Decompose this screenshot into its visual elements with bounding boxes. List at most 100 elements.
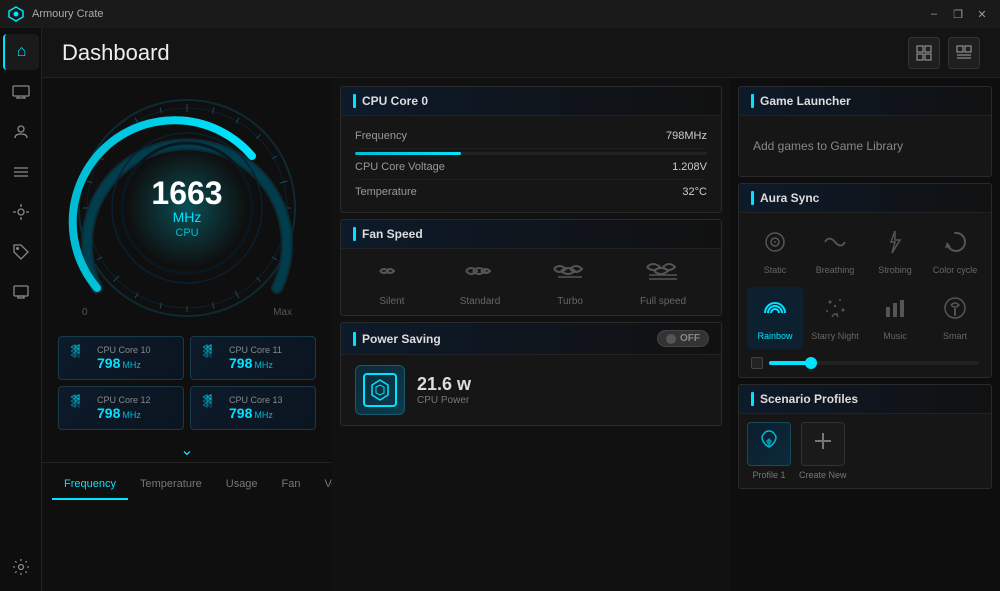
fan-speed-panel: Fan Speed Silent	[340, 219, 722, 316]
core-icon-11	[199, 343, 223, 373]
scenario-profiles-header: Scenario Profiles	[739, 385, 991, 414]
gauge-min: 0	[82, 307, 88, 318]
aura-mode-starry-night[interactable]: Starry Night	[807, 287, 863, 349]
fan-turbo-label: Turbo	[552, 296, 588, 307]
fan-turbo[interactable]: Turbo	[552, 257, 588, 307]
fan-full[interactable]: Full speed	[640, 257, 686, 307]
add-profile-icon	[811, 429, 835, 459]
sidebar-item-profile[interactable]	[3, 114, 39, 150]
aura-header-accent	[751, 191, 754, 205]
sidebar-item-home[interactable]: ⌂	[3, 34, 39, 70]
tab-temperature[interactable]: Temperature	[128, 470, 214, 500]
view-grid-button[interactable]	[908, 37, 940, 69]
core-grid: CPU Core 10 798 MHz	[42, 328, 332, 438]
gauge-label: CPU	[151, 227, 222, 239]
toggle-label: OFF	[680, 333, 700, 344]
fan-full-icon	[640, 257, 686, 292]
power-info: 21.6 w CPU Power	[417, 374, 471, 406]
body-panels: 1663 MHz CPU 0 Max	[42, 78, 1000, 591]
gauge-value: 1663	[151, 177, 222, 209]
profile-1-icon	[755, 427, 783, 461]
strobing-label: Strobing	[878, 265, 912, 275]
core-freq-10: 798	[97, 355, 120, 371]
sidebar-item-devices[interactable]	[3, 74, 39, 110]
tab-frequency[interactable]: Frequency	[52, 470, 128, 500]
core-name-11: CPU Core 11	[229, 345, 307, 355]
aura-mode-breathing[interactable]: Breathing	[807, 221, 863, 283]
static-label: Static	[764, 265, 787, 275]
header: Dashboard	[42, 28, 1000, 78]
aura-grid: Static Breathing	[747, 221, 983, 349]
aura-mode-static[interactable]: Static	[747, 221, 803, 283]
sidebar-item-hardware[interactable]	[3, 154, 39, 190]
aura-speed-slider[interactable]	[769, 361, 979, 365]
power-value: 21.6 w	[417, 374, 471, 395]
aura-mode-rainbow[interactable]: Rainbow	[747, 287, 803, 349]
static-icon	[762, 229, 788, 261]
aura-mode-color-cycle[interactable]: Color cycle	[927, 221, 983, 283]
power-icon-box	[355, 365, 405, 415]
core-freq-unit-11: MHz	[254, 360, 273, 370]
cpu-core-content: Frequency 798MHz CPU Core Voltage 1.208V…	[341, 116, 721, 212]
tools-icon	[12, 203, 30, 221]
cpu-core-header: CPU Core 0	[341, 87, 721, 116]
aura-mode-music[interactable]: Music	[867, 287, 923, 349]
monitor-icon	[12, 283, 30, 301]
core-box-12: CPU Core 12 798 MHz	[58, 386, 184, 430]
rog-logo-icon	[363, 373, 397, 407]
sidebar-item-tools[interactable]	[3, 194, 39, 230]
game-header-accent	[751, 94, 754, 108]
app-logo	[8, 6, 24, 22]
profile-1[interactable]: Profile 1	[747, 422, 791, 480]
aura-slider-row	[747, 357, 983, 369]
fan-silent-label: Silent	[376, 296, 408, 307]
game-launcher-header: Game Launcher	[739, 87, 991, 116]
sidebar-item-monitor[interactable]	[3, 274, 39, 310]
devices-icon	[12, 83, 30, 101]
color-cycle-label: Color cycle	[933, 265, 978, 275]
aura-color-swatch[interactable]	[751, 357, 763, 369]
titlebar-left: Armoury Crate	[8, 6, 104, 22]
view-list-button[interactable]	[948, 37, 980, 69]
header-icons	[908, 37, 980, 69]
scroll-down-icon[interactable]: ⌄	[180, 440, 193, 460]
power-saving-title: Power Saving	[362, 332, 441, 346]
gauge-center: 1663 MHz CPU	[151, 177, 222, 239]
temp-label: Temperature	[355, 186, 417, 198]
core-info-11: CPU Core 11 798 MHz	[229, 345, 307, 371]
aura-slider-thumb	[805, 357, 817, 369]
fan-silent[interactable]: Silent	[376, 257, 408, 307]
minimize-button[interactable]: –	[924, 4, 944, 24]
cpu-stat-temp: Temperature 32°C	[355, 180, 707, 204]
aura-mode-strobing[interactable]: Strobing	[867, 221, 923, 283]
toggle-dot	[666, 334, 676, 344]
game-launcher-title: Game Launcher	[760, 94, 851, 108]
fan-silent-icon	[376, 257, 408, 292]
fan-standard[interactable]: Standard	[460, 257, 501, 307]
music-icon	[882, 295, 908, 327]
sidebar-item-settings[interactable]	[3, 549, 39, 585]
close-button[interactable]: ✕	[972, 4, 992, 24]
restore-button[interactable]: ❐	[948, 4, 968, 24]
aura-content: Static Breathing	[739, 213, 991, 377]
game-launcher-panel: Game Launcher Add games to Game Library	[738, 86, 992, 177]
fan-content: Silent Standard	[341, 249, 721, 315]
tab-usage[interactable]: Usage	[214, 470, 270, 500]
voltage-value: 1.208V	[672, 161, 707, 173]
game-launcher-message: Add games to Game Library	[753, 139, 903, 153]
core-icon-12	[67, 393, 91, 423]
app-title: Armoury Crate	[32, 8, 104, 20]
aura-mode-smart[interactable]: Smart	[927, 287, 983, 349]
aura-sync-panel: Aura Sync	[738, 183, 992, 378]
gauge-max: Max	[273, 307, 292, 318]
sidebar-item-tag[interactable]	[3, 234, 39, 270]
strobing-icon	[882, 229, 908, 261]
create-new-profile[interactable]: Create New	[799, 422, 847, 480]
rainbow-label: Rainbow	[757, 331, 792, 341]
starry-night-label: Starry Night	[811, 331, 859, 341]
tab-fan[interactable]: Fan	[270, 470, 313, 500]
profiles-header-accent	[751, 392, 754, 406]
create-new-icon-box	[801, 422, 845, 466]
power-saving-toggle[interactable]: OFF	[657, 330, 709, 347]
scenario-profiles-title: Scenario Profiles	[760, 392, 858, 406]
